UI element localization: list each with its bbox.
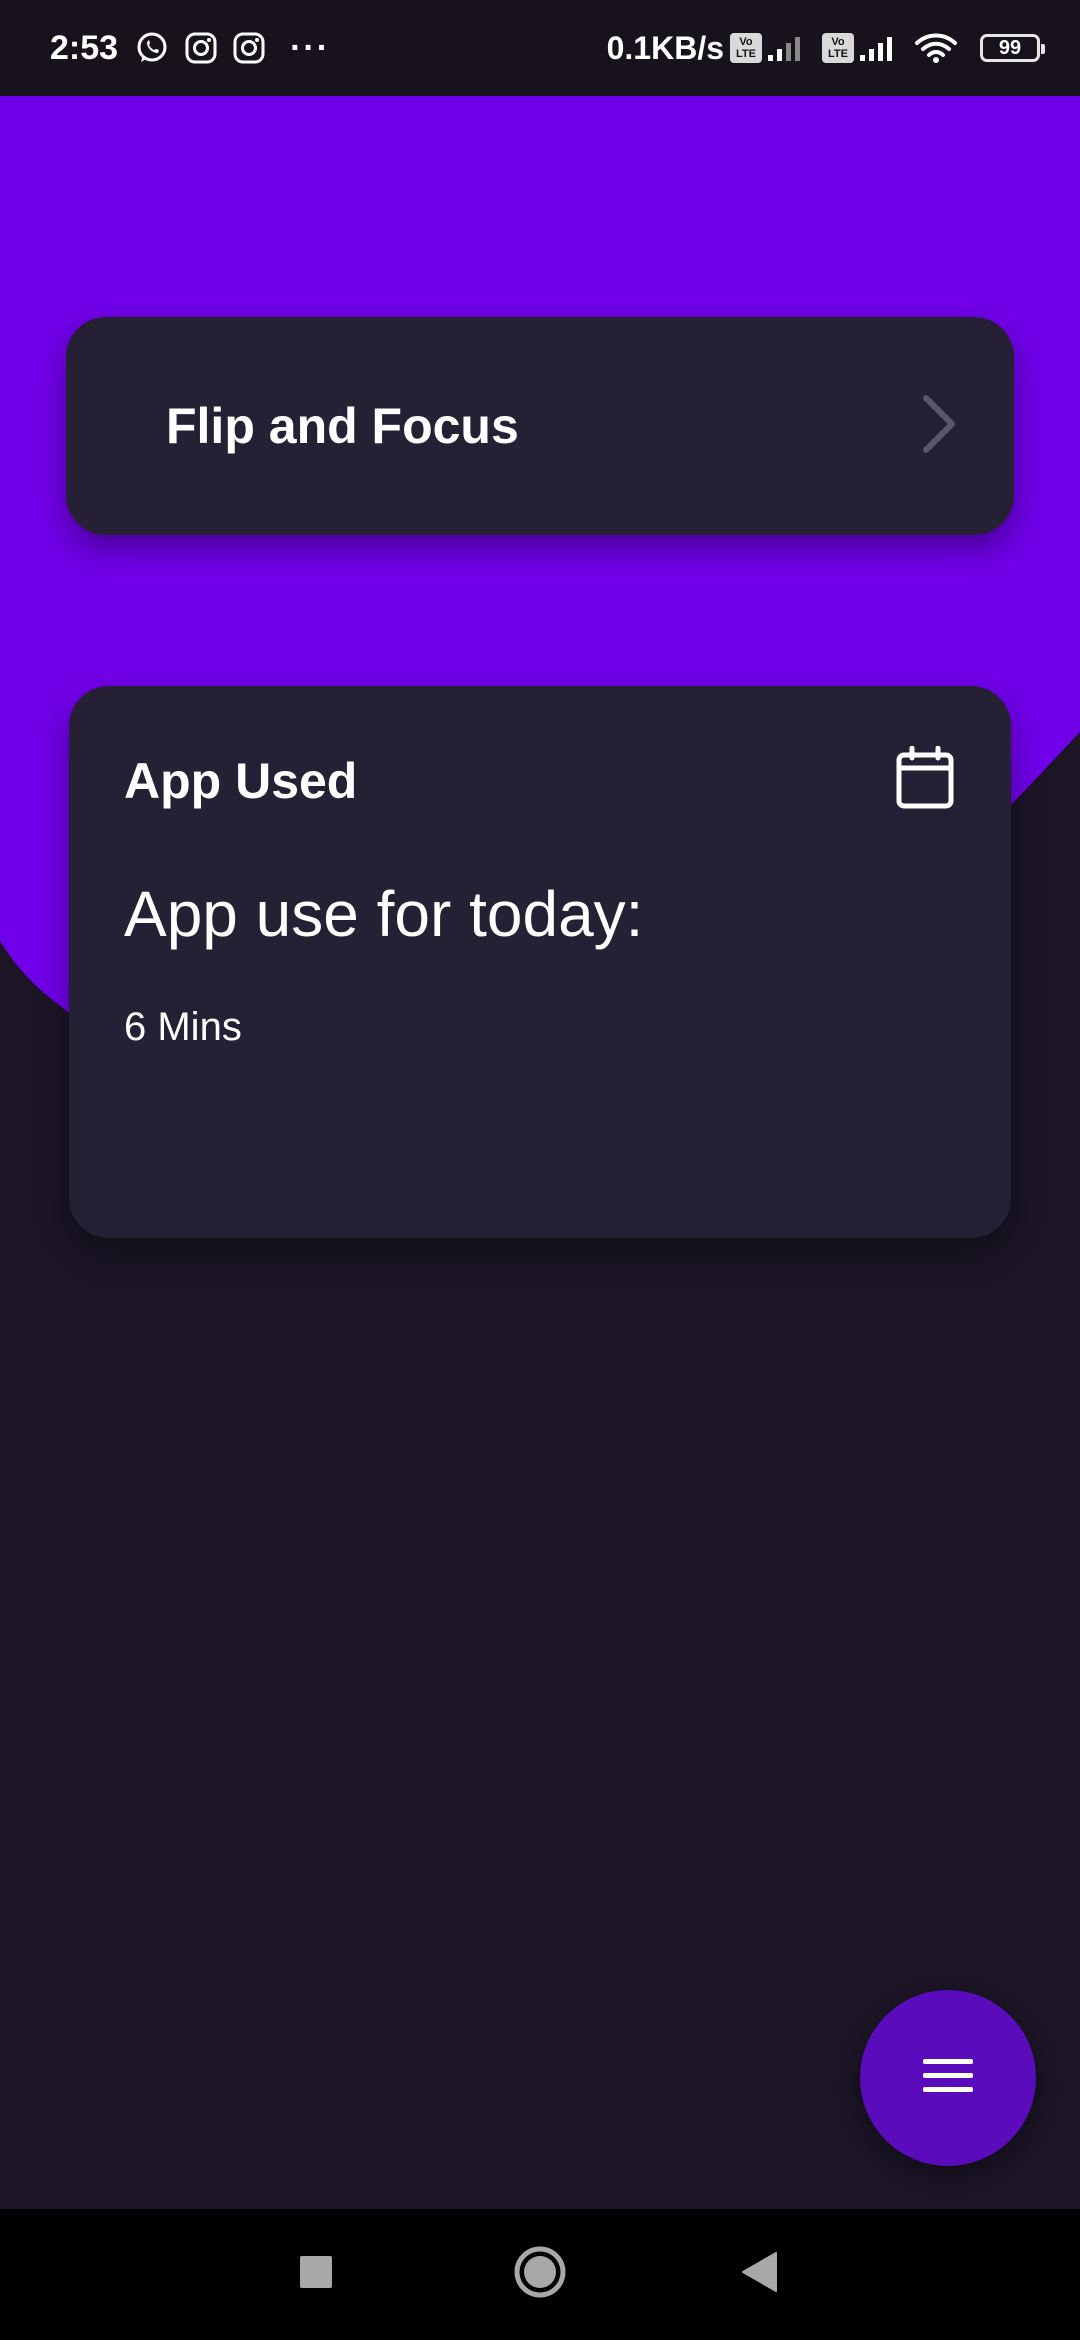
- recents-icon: [299, 2255, 333, 2294]
- network-speed: 0.1KB/s: [606, 29, 724, 66]
- volte-icon: Vo LTE: [822, 33, 854, 63]
- menu-icon: [921, 2056, 975, 2101]
- home-button[interactable]: [500, 2234, 580, 2314]
- volte-icon: Vo LTE: [730, 33, 762, 63]
- recents-button[interactable]: [276, 2234, 356, 2314]
- signal-icon: [766, 33, 808, 63]
- status-left: 2:53 ···: [50, 29, 330, 68]
- menu-fab-button[interactable]: [860, 1990, 1036, 2166]
- app-used-card: App Used App use for today: 6 Mins: [69, 686, 1011, 1238]
- app-use-today-label: App use for today:: [124, 878, 644, 950]
- battery-icon: 99: [980, 34, 1045, 62]
- whatsapp-icon: [134, 30, 170, 66]
- chevron-right-icon: [918, 394, 958, 459]
- volte-bottom-label: LTE: [736, 48, 756, 60]
- more-notifications-indicator: ···: [290, 28, 331, 67]
- battery-level: 99: [998, 36, 1022, 59]
- app-screen: 2:53 ··· 0.1KB/s Vo LTE Vo LTE 99 Flip a…: [0, 0, 1080, 2340]
- wifi-icon: [914, 31, 958, 65]
- flip-and-focus-card[interactable]: Flip and Focus: [66, 317, 1014, 535]
- flip-and-focus-title: Flip and Focus: [166, 398, 519, 454]
- app-used-title: App Used: [124, 752, 358, 809]
- volte-top-label: Vo: [739, 36, 753, 48]
- status-bar: 2:53 ··· 0.1KB/s Vo LTE Vo LTE 99: [0, 0, 1080, 96]
- status-right: 0.1KB/s Vo LTE Vo LTE 99: [606, 29, 1045, 67]
- instagram-icon: [184, 31, 218, 65]
- home-icon: [513, 2245, 567, 2304]
- app-used-header: App Used: [124, 745, 955, 815]
- calendar-icon[interactable]: [895, 745, 955, 815]
- navigation-bar: [0, 2209, 1080, 2340]
- status-time: 2:53: [50, 28, 119, 67]
- signal-icon: [858, 33, 900, 63]
- app-use-today-value: 6 Mins: [124, 1005, 242, 1049]
- back-button[interactable]: [720, 2234, 800, 2314]
- volte-top-label: Vo: [831, 36, 845, 48]
- back-icon: [740, 2251, 780, 2298]
- volte-bottom-label: LTE: [828, 48, 848, 60]
- instagram-icon: [232, 31, 266, 65]
